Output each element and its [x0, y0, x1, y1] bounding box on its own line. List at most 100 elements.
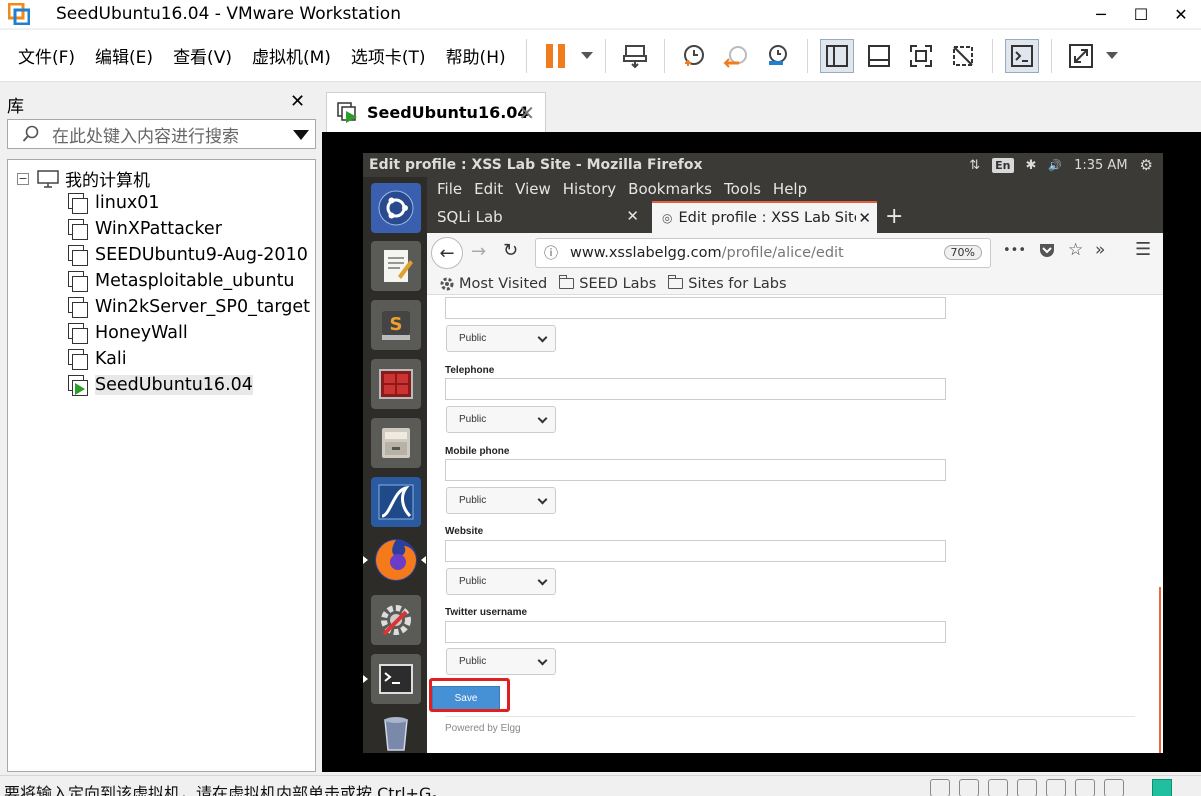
vm-item-honeywall[interactable]: HoneyWall	[66, 320, 310, 346]
thumbnail-bar-button[interactable]	[862, 39, 896, 73]
telephone-access-select[interactable]: Public	[446, 406, 556, 433]
stretch-button[interactable]	[1064, 39, 1098, 73]
pause-button[interactable]	[539, 39, 573, 73]
take-snapshot-button[interactable]	[677, 39, 711, 73]
page-actions-button[interactable]: •••	[1003, 243, 1026, 258]
site-info-icon[interactable]: ⓘ	[544, 243, 558, 263]
system-gear-icon[interactable]: ⚙	[1140, 156, 1153, 174]
vm-item-winxpattacker[interactable]: WinXPattacker	[66, 216, 310, 242]
ff-menu-tools[interactable]: Tools	[724, 180, 761, 198]
vm-item-linux01[interactable]: linux01	[66, 190, 310, 216]
access-select[interactable]: Public	[446, 325, 556, 352]
cd-rom-icon[interactable]	[959, 779, 979, 796]
vm-tab-close-button[interactable]: ✕	[518, 101, 535, 125]
bookmark-sites-for-labs[interactable]: Sites for Labs	[668, 275, 787, 292]
bluetooth-icon[interactable]: ✱	[1026, 158, 1037, 173]
close-window-button[interactable]: ✕	[1161, 0, 1201, 28]
volume-icon[interactable]: 🔊	[1048, 159, 1062, 172]
ff-menu-view[interactable]: View	[515, 180, 551, 198]
vm-item-metasploitable[interactable]: Metasploitable_ubuntu	[66, 268, 310, 294]
mobile-phone-input[interactable]	[445, 459, 946, 481]
maximize-button[interactable]: ☐	[1121, 0, 1161, 28]
network-icon[interactable]: ⇅	[969, 158, 980, 173]
console-view-button[interactable]	[1004, 38, 1039, 73]
ff-menu-help[interactable]: Help	[773, 180, 807, 198]
bookmark-star-icon[interactable]: ☆	[1068, 240, 1083, 260]
hamburger-menu-icon[interactable]: ☰	[1135, 239, 1151, 260]
terminal-icon[interactable]	[371, 654, 421, 704]
vm-status-indicator[interactable]	[1152, 779, 1172, 796]
vm-item-seedubuntu16[interactable]: SeedUbuntu16.04	[66, 372, 310, 398]
mobile-phone-access-select[interactable]: Public	[446, 487, 556, 514]
pocket-icon[interactable]	[1038, 241, 1056, 259]
vm-item-kali[interactable]: Kali	[66, 346, 310, 372]
url-bar[interactable]: ⓘ www.xsslabelgg.com/profile/alice/edit …	[535, 238, 991, 268]
twitter-access-select[interactable]: Public	[446, 648, 556, 675]
send-ctrl-alt-del-button[interactable]	[618, 39, 652, 73]
display-icon[interactable]	[1104, 779, 1124, 796]
snapshot-add-icon	[683, 44, 704, 66]
menu-view[interactable]: 查看(V)	[173, 43, 232, 68]
menu-tabs[interactable]: 选项卡(T)	[351, 43, 426, 68]
sound-icon[interactable]	[1046, 779, 1066, 796]
sublime-text-icon[interactable]: S	[371, 300, 421, 350]
show-library-button[interactable]	[819, 38, 854, 73]
network-adapter-icon[interactable]	[988, 779, 1008, 796]
back-button[interactable]: ←	[431, 237, 463, 269]
keyboard-layout-indicator[interactable]: En	[992, 157, 1014, 173]
website-access-select[interactable]: Public	[446, 568, 556, 595]
website-input[interactable]	[445, 540, 946, 562]
vm-tab-seedubuntu16[interactable]: SeedUbuntu16.04 ✕	[326, 92, 546, 132]
ubuntu-dash-icon[interactable]	[371, 183, 421, 233]
text-editor-icon[interactable]	[371, 241, 421, 291]
tab-close-button[interactable]: ✕	[856, 209, 871, 227]
search-dropdown-icon[interactable]	[293, 130, 309, 140]
usb-icon[interactable]	[1017, 779, 1037, 796]
ff-menu-bookmarks[interactable]: Bookmarks	[628, 180, 712, 198]
ff-menu-history[interactable]: History	[563, 180, 616, 198]
previous-field-input[interactable]	[445, 297, 946, 319]
ff-menu-edit[interactable]: Edit	[474, 180, 503, 198]
tab-close-button[interactable]: ✕	[626, 207, 639, 225]
clock[interactable]: 1:35 AM	[1074, 158, 1127, 173]
scroll-indicator[interactable]	[1159, 587, 1161, 753]
menu-file[interactable]: 文件(F)	[18, 43, 75, 68]
tree-root-my-computer[interactable]: − 我的计算机	[17, 166, 150, 191]
stretch-dropdown-icon[interactable]	[1105, 52, 1118, 59]
trash-icon[interactable]	[371, 709, 421, 759]
library-close-button[interactable]: ✕	[290, 91, 305, 112]
wireshark-icon[interactable]	[371, 477, 421, 527]
revert-snapshot-button[interactable]	[719, 39, 753, 73]
minimize-button[interactable]: ─	[1081, 0, 1121, 28]
vm-item-seedubuntu9[interactable]: SEEDUbuntu9-Aug-2010	[66, 242, 310, 268]
toolbar-overflow-button[interactable]: »	[1095, 240, 1105, 260]
tab-edit-profile[interactable]: ◎ Edit profile : XSS Lab Site ✕	[652, 201, 877, 233]
unity-mode-button[interactable]	[946, 39, 980, 73]
firefox-icon[interactable]	[371, 535, 421, 585]
zoom-indicator[interactable]: 70%	[943, 245, 982, 260]
new-tab-button[interactable]: +	[885, 204, 903, 229]
bookmark-seed-labs[interactable]: SEED Labs	[559, 275, 656, 292]
telephone-input[interactable]	[445, 378, 946, 400]
snapshot-manager-button[interactable]	[761, 39, 795, 73]
power-dropdown-icon[interactable]	[580, 52, 593, 59]
system-settings-icon[interactable]	[371, 595, 421, 645]
reload-button[interactable]: ↻	[503, 240, 518, 261]
twitter-username-input[interactable]	[445, 621, 946, 643]
powered-by-elgg[interactable]: Powered by Elgg	[445, 723, 521, 734]
file-manager-icon[interactable]	[371, 418, 421, 468]
menu-vm[interactable]: 虚拟机(M)	[252, 43, 331, 68]
tab-sqli-lab[interactable]: SQLi Lab ✕	[427, 201, 651, 233]
printer-icon[interactable]	[1075, 779, 1095, 796]
full-screen-button[interactable]	[904, 39, 938, 73]
ff-menu-file[interactable]: File	[437, 180, 462, 198]
hard-disk-icon[interactable]	[930, 779, 950, 796]
menu-edit[interactable]: 编辑(E)	[95, 43, 153, 68]
library-search-input[interactable]: 在此处键入内容进行搜索	[7, 119, 316, 149]
forward-button[interactable]: →	[471, 241, 486, 262]
terminal-apps-icon[interactable]	[371, 359, 421, 409]
bookmark-most-visited[interactable]: Most Visited	[439, 276, 547, 292]
menu-help[interactable]: 帮助(H)	[446, 43, 506, 68]
collapse-toggle-icon[interactable]: −	[17, 172, 29, 185]
vm-item-win2kserver[interactable]: Win2kServer_SP0_target	[66, 294, 310, 320]
